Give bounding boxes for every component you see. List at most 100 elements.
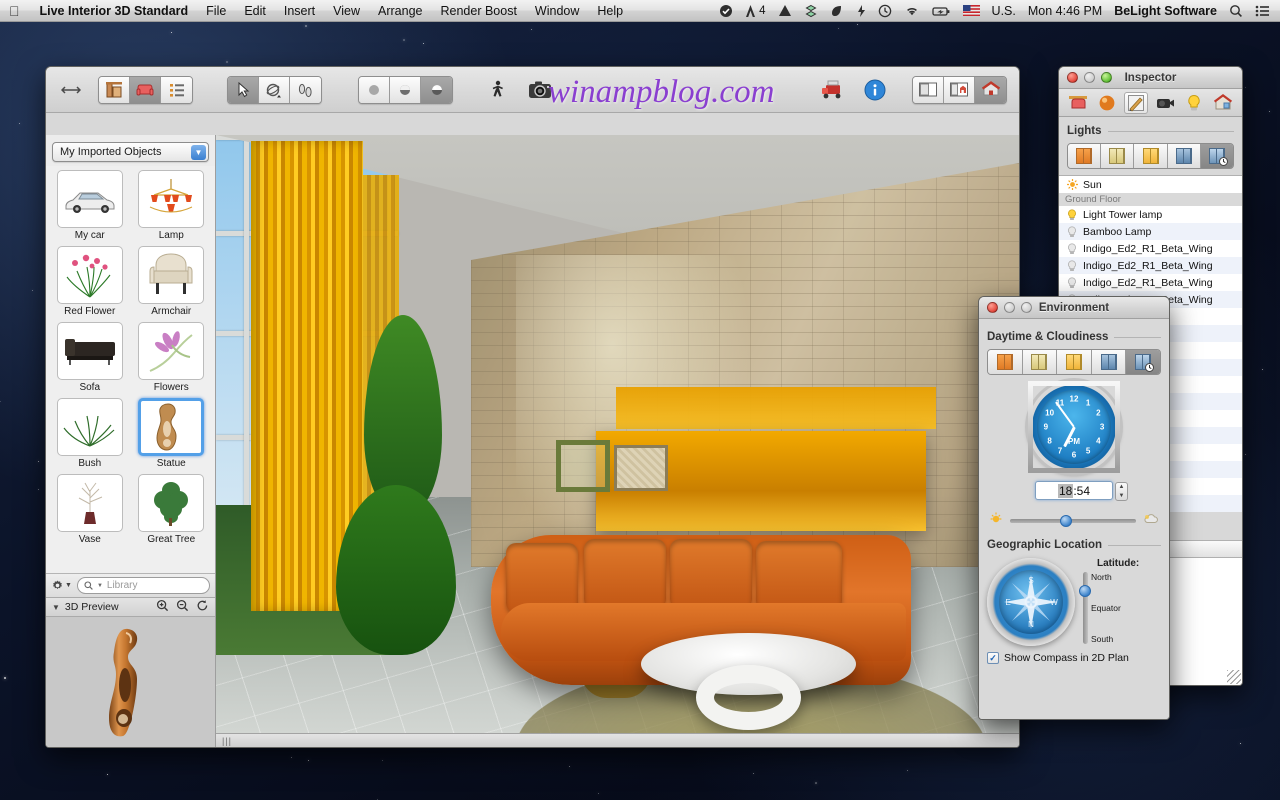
menu-item-render-boost[interactable]: Render Boost xyxy=(431,0,525,22)
menu-item-help[interactable]: Help xyxy=(588,0,632,22)
camera-icon[interactable] xyxy=(1153,92,1177,114)
window-clock-icon[interactable] xyxy=(1126,350,1160,374)
inspector-tab-bar[interactable] xyxy=(1059,89,1242,117)
split-view-icon[interactable] xyxy=(913,76,944,103)
google-drive-icon[interactable] xyxy=(772,4,798,18)
window-warm-icon[interactable] xyxy=(1057,350,1092,374)
inspector-titlebar[interactable]: Inspector xyxy=(1059,67,1242,89)
battery-icon[interactable] xyxy=(926,4,957,18)
time-stepper[interactable]: ▲ ▼ xyxy=(1115,482,1128,501)
bulb-off-icon[interactable] xyxy=(1067,276,1077,289)
us-flag-icon[interactable] xyxy=(957,5,986,16)
list-icon[interactable] xyxy=(1249,4,1280,18)
light-row-light-tower-lamp[interactable]: Light Tower lamp xyxy=(1059,206,1242,223)
library-item-statue[interactable]: Statue xyxy=(132,398,212,473)
zoom-button[interactable] xyxy=(1101,72,1112,83)
menubar-clock[interactable]: Mon 4:46 PM xyxy=(1022,0,1108,22)
search-input[interactable]: ▼ Library xyxy=(76,577,210,594)
bulb-off-icon[interactable] xyxy=(1067,259,1077,272)
plan-and-3d-icon[interactable] xyxy=(944,76,975,103)
environment-titlebar[interactable]: Environment xyxy=(979,297,1169,319)
chevron-down-icon[interactable]: ▼ xyxy=(191,145,206,160)
gear-icon[interactable]: ▼ xyxy=(51,579,72,592)
layout-segment[interactable] xyxy=(912,75,1007,104)
walk-feet-icon[interactable] xyxy=(290,76,321,103)
render-mode-segment[interactable] xyxy=(358,75,453,104)
light-mode-segment[interactable] xyxy=(1067,143,1234,169)
building-icon[interactable] xyxy=(99,76,130,103)
light-row-indigo-2[interactable]: Indigo_Ed2_R1_Beta_Wing xyxy=(1059,257,1242,274)
slider-knob[interactable] xyxy=(1060,514,1073,527)
zoom-button[interactable] xyxy=(1021,302,1032,313)
camera-icon[interactable] xyxy=(525,76,555,104)
zoom-out-icon[interactable] xyxy=(176,599,189,615)
latitude-knob[interactable] xyxy=(1079,584,1091,597)
orbit-icon[interactable] xyxy=(259,76,290,103)
library-category-popup[interactable]: My Imported Objects ▼ xyxy=(52,142,209,162)
library-item-flowers[interactable]: Flowers xyxy=(132,322,212,397)
input-source-label[interactable]: U.S. xyxy=(986,0,1022,22)
menu-item-edit[interactable]: Edit xyxy=(235,0,275,22)
latitude-track[interactable] xyxy=(1079,572,1091,644)
close-button[interactable] xyxy=(1067,72,1078,83)
window-clock-icon[interactable] xyxy=(1200,144,1233,168)
latitude-slider[interactable]: North Equator South xyxy=(1079,572,1121,644)
library-item-vase[interactable]: Vase xyxy=(50,474,130,549)
time-input[interactable]: 18:54 ▲ ▼ xyxy=(1035,481,1128,501)
clock-icon[interactable] xyxy=(872,4,898,18)
light-row-indigo-3[interactable]: Indigo_Ed2_R1_Beta_Wing xyxy=(1059,274,1242,291)
material-sphere-icon[interactable] xyxy=(1095,92,1119,114)
library-item-my-car[interactable]: My car xyxy=(50,170,130,245)
info-icon[interactable] xyxy=(860,76,890,104)
house-3d-icon[interactable] xyxy=(975,76,1006,103)
3d-viewport[interactable]: ||| xyxy=(216,135,1019,747)
armchair-icon[interactable] xyxy=(130,76,161,103)
render-truck-icon[interactable] xyxy=(818,76,848,104)
window-sunset-icon[interactable] xyxy=(988,350,1023,374)
menu-item-file[interactable]: File xyxy=(197,0,235,22)
window-night-icon[interactable] xyxy=(1167,144,1201,168)
house-icon[interactable] xyxy=(1211,92,1235,114)
minimize-button[interactable] xyxy=(1004,302,1015,313)
cloudiness-slider-row[interactable] xyxy=(989,511,1159,530)
library-item-red-flower[interactable]: Red Flower xyxy=(50,246,130,321)
window-warm-icon[interactable] xyxy=(1134,144,1168,168)
list-outline-icon[interactable] xyxy=(161,76,192,103)
rotate-icon[interactable] xyxy=(196,599,209,615)
view-mode-segment[interactable] xyxy=(98,75,193,104)
library-item-armchair[interactable]: Armchair xyxy=(132,246,212,321)
resize-arrows-icon[interactable] xyxy=(56,76,86,104)
edit-pencil-icon[interactable] xyxy=(1123,91,1148,114)
menu-app-name[interactable]: Live Interior 3D Standard xyxy=(31,0,198,22)
light-bulb-icon[interactable] xyxy=(1182,92,1206,114)
object-grid[interactable]: My car Lamp Red Flower Armchair Sofa Flo… xyxy=(46,166,215,573)
leaf-icon[interactable] xyxy=(824,4,850,18)
menu-item-view[interactable]: View xyxy=(324,0,369,22)
window-day-icon[interactable] xyxy=(1022,350,1058,374)
adobe-icon[interactable]: 4 xyxy=(739,0,771,22)
bulb-on-icon[interactable] xyxy=(1067,208,1077,221)
library-item-great-tree[interactable]: Great Tree xyxy=(132,474,212,549)
library-item-bush[interactable]: Bush xyxy=(50,398,130,473)
lightning-icon[interactable] xyxy=(850,4,872,18)
glossy-sphere-icon[interactable] xyxy=(421,76,452,103)
time-of-day-clock[interactable]: 12 1 2 3 4 5 6 7 8 9 10 11 PM xyxy=(1028,381,1120,473)
shaded-sphere-icon[interactable] xyxy=(390,76,421,103)
menu-item-window[interactable]: Window xyxy=(526,0,588,22)
apple-logo-icon[interactable]:  xyxy=(0,4,31,18)
main-application-window[interactable]: Summer Room xyxy=(45,66,1020,748)
stepper-down-icon[interactable]: ▼ xyxy=(1119,493,1125,499)
bulb-off-icon[interactable] xyxy=(1067,242,1077,255)
time-minutes[interactable]: 54 xyxy=(1077,484,1090,498)
environment-traffic-lights[interactable] xyxy=(979,302,1032,313)
checkmark-circle-icon[interactable] xyxy=(713,4,739,18)
arrow-cursor-icon[interactable] xyxy=(228,76,259,103)
environment-window[interactable]: Environment Daytime & Cloudiness 12 1 2 … xyxy=(978,296,1170,720)
light-row-indigo-1[interactable]: Indigo_Ed2_R1_Beta_Wing xyxy=(1059,240,1242,257)
stepper-up-icon[interactable]: ▲ xyxy=(1119,484,1125,490)
walking-person-icon[interactable] xyxy=(483,76,513,104)
window-resize-handle[interactable] xyxy=(1227,670,1241,684)
light-row-bamboo-lamp[interactable]: Bamboo Lamp xyxy=(1059,223,1242,240)
search-icon[interactable] xyxy=(1223,4,1249,18)
menu-item-insert[interactable]: Insert xyxy=(275,0,324,22)
